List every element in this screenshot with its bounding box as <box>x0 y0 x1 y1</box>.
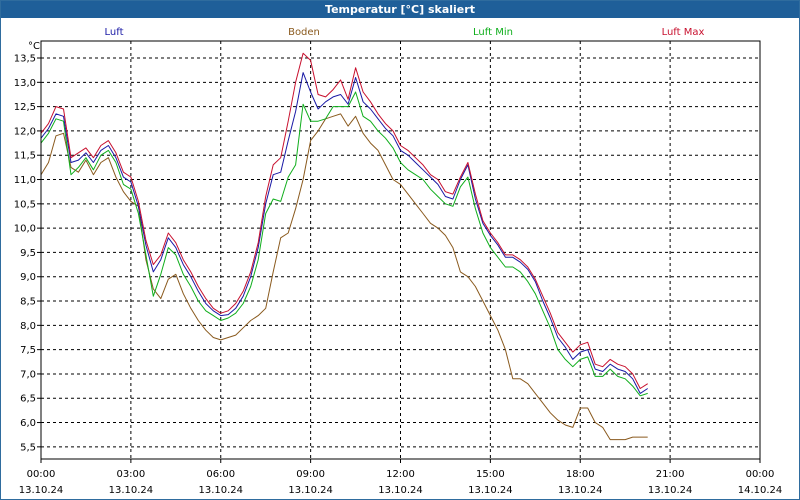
x-tick-date: 13.10.24 <box>109 485 154 496</box>
y-tick-label: 13,5 <box>14 54 36 65</box>
y-tick-label: 6,0 <box>20 418 36 429</box>
y-tick-label: 10,5 <box>14 199 36 210</box>
y-tick-label: 12,5 <box>14 102 36 113</box>
legend-luft-min: Luft Min <box>473 27 513 38</box>
legend: Luft Boden Luft Min Luft Max <box>105 27 705 38</box>
y-tick-label: 7,5 <box>20 345 36 356</box>
x-tick-time: 21:00 <box>656 469 685 480</box>
y-axis-ticks: 5,5 6,0 6,5 7,0 7,5 8,0 8,5 9,0 9,5 10,0 10,5 11,0 1… <box>14 54 41 453</box>
x-tick-date: 13.10.24 <box>378 485 423 496</box>
chart-window: Temperatur [°C] skaliert Luft Boden Luft M… <box>0 0 800 500</box>
legend-boden: Boden <box>288 27 320 38</box>
y-tick-label: 11,5 <box>14 151 36 162</box>
temperature-chart: Luft Boden Luft Min Luft Max °C 5,5 6,0 6,5 7,… <box>14 27 783 496</box>
y-axis-unit: °C <box>28 41 40 52</box>
x-tick-date: 14.10.24 <box>738 485 783 496</box>
y-tick-label: 11,0 <box>14 175 36 186</box>
x-tick-time: 15:00 <box>476 469 505 480</box>
x-tick-time: 06:00 <box>206 469 235 480</box>
y-tick-label: 7,0 <box>20 369 36 380</box>
x-tick-time: 00:00 <box>27 469 56 480</box>
x-tick-time: 09:00 <box>296 469 325 480</box>
y-tick-label: 6,5 <box>20 394 36 405</box>
y-tick-label: 8,0 <box>20 321 36 332</box>
x-tick-date: 13.10.24 <box>648 485 693 496</box>
x-tick-time: 00:00 <box>746 469 775 480</box>
y-tick-label: 12,0 <box>14 126 36 137</box>
y-tick-label: 9,5 <box>20 248 36 259</box>
x-tick-time: 18:00 <box>566 469 595 480</box>
y-tick-label: 13,0 <box>14 78 36 89</box>
y-tick-label: 10,0 <box>14 224 36 235</box>
y-tick-label: 5,5 <box>20 442 36 453</box>
x-tick-date: 13.10.24 <box>288 485 333 496</box>
y-tick-label: 9,0 <box>20 272 36 283</box>
y-tick-label: 8,5 <box>20 297 36 308</box>
x-tick-date: 13.10.24 <box>558 485 603 496</box>
x-tick-time: 03:00 <box>116 469 145 480</box>
x-tick-time: 12:00 <box>386 469 415 480</box>
x-tick-date: 13.10.24 <box>198 485 243 496</box>
legend-luft-max: Luft Max <box>662 27 705 38</box>
x-tick-date: 13.10.24 <box>468 485 513 496</box>
x-tick-date: 13.10.24 <box>19 485 64 496</box>
x-axis-ticks: 00:00 13.10.24 03:00 13.10.24 06:00 13.10.24 0… <box>19 459 783 496</box>
legend-luft: Luft <box>105 27 124 38</box>
